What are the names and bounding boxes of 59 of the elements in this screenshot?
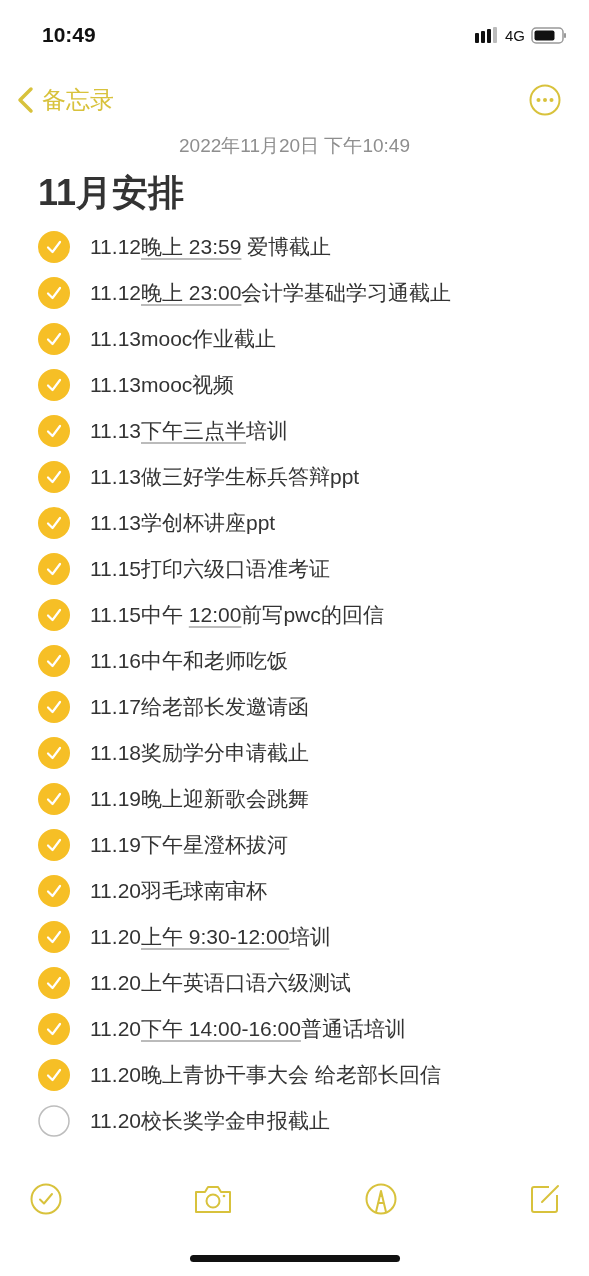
todo-text: 11.12晚上 23:59 爱博截止: [90, 234, 332, 260]
checked-circle-icon[interactable]: [38, 737, 70, 769]
markup-pen-icon[interactable]: [364, 1183, 397, 1215]
checked-circle-icon[interactable]: [38, 323, 70, 355]
checked-circle-icon[interactable]: [38, 1013, 70, 1045]
todo-text: 11.20晚上青协干事大会 给老部长回信: [90, 1062, 441, 1088]
todo-text: 11.20羽毛球南审杯: [90, 878, 267, 904]
checked-circle-icon[interactable]: [38, 645, 70, 677]
checked-circle-icon[interactable]: [38, 875, 70, 907]
todo-text: 11.19下午星澄杯拔河: [90, 832, 288, 858]
checked-circle-icon[interactable]: [38, 921, 70, 953]
compose-icon[interactable]: [529, 1183, 561, 1215]
checklist-icon[interactable]: [30, 1183, 62, 1215]
todo-text: 11.13做三好学生标兵答辩ppt: [90, 464, 360, 490]
status-time: 10:49: [42, 23, 96, 47]
todo-text: 11.15打印六级口语准考证: [90, 556, 330, 582]
date-link[interactable]: 下午 14:00-16:00: [141, 1017, 301, 1040]
checked-circle-icon[interactable]: [38, 231, 70, 263]
checked-circle-icon[interactable]: [38, 507, 70, 539]
todo-text: 11.13mooc作业截止: [90, 326, 277, 352]
date-link[interactable]: 下午三点半: [141, 419, 246, 442]
todo-text: 11.12晚上 23:00会计学基础学习通截止: [90, 280, 452, 306]
date-link[interactable]: 12:00: [188, 603, 242, 626]
todo-text: 11.18奖励学分申请截止: [90, 740, 309, 766]
more-icon[interactable]: [529, 84, 561, 116]
checked-circle-icon[interactable]: [38, 1059, 70, 1091]
todo-text: 11.16中午和老师吃饭: [90, 648, 288, 674]
date-link[interactable]: 晚上 23:59: [141, 235, 242, 258]
checked-circle-icon[interactable]: [38, 599, 70, 631]
date-link[interactable]: 上午 9:30-12:00: [141, 925, 290, 948]
signal-icon: [475, 27, 499, 43]
todo-text: 11.13下午三点半培训: [90, 418, 288, 444]
battery-icon: [531, 26, 567, 44]
todo-text: 11.15中午 12:00前写pwc的回信: [90, 602, 384, 628]
todo-text: 11.20上午 9:30-12:00培训: [90, 924, 332, 950]
todo-text: 11.20校长奖学金申报截止: [90, 1108, 330, 1134]
checked-circle-icon[interactable]: [38, 967, 70, 999]
back-chevron-icon: [16, 86, 34, 114]
date-link[interactable]: 晚上 23:00: [141, 281, 242, 304]
todo-text: 11.20下午 14:00-16:00普通话培训: [90, 1016, 406, 1042]
note-title: 11月安排: [37, 171, 186, 215]
checked-circle-icon[interactable]: [38, 369, 70, 401]
checked-circle-icon[interactable]: [38, 415, 70, 447]
network-label: 4G: [505, 26, 525, 44]
camera-icon[interactable]: [194, 1184, 233, 1214]
todo-text: 11.20上午英语口语六级测试: [90, 970, 351, 996]
checked-circle-icon[interactable]: [38, 783, 70, 815]
note-timestamp: 2022年11月20日 下午10:49: [178, 134, 411, 158]
todo-text: 11.19晚上迎新歌会跳舞: [90, 786, 309, 812]
checked-circle-icon[interactable]: [38, 553, 70, 585]
checked-circle-icon[interactable]: [38, 691, 70, 723]
todo-text: 11.13学创杯讲座ppt: [90, 510, 276, 536]
checked-circle-icon[interactable]: [38, 829, 70, 861]
todo-text: 11.13mooc视频: [90, 372, 235, 398]
empty-circle-icon[interactable]: [38, 1105, 70, 1137]
home-indicator[interactable]: [189, 1255, 400, 1262]
todo-text: 11.17给老部长发邀请函: [90, 694, 309, 720]
checked-circle-icon[interactable]: [38, 461, 70, 493]
checked-circle-icon[interactable]: [38, 277, 70, 309]
